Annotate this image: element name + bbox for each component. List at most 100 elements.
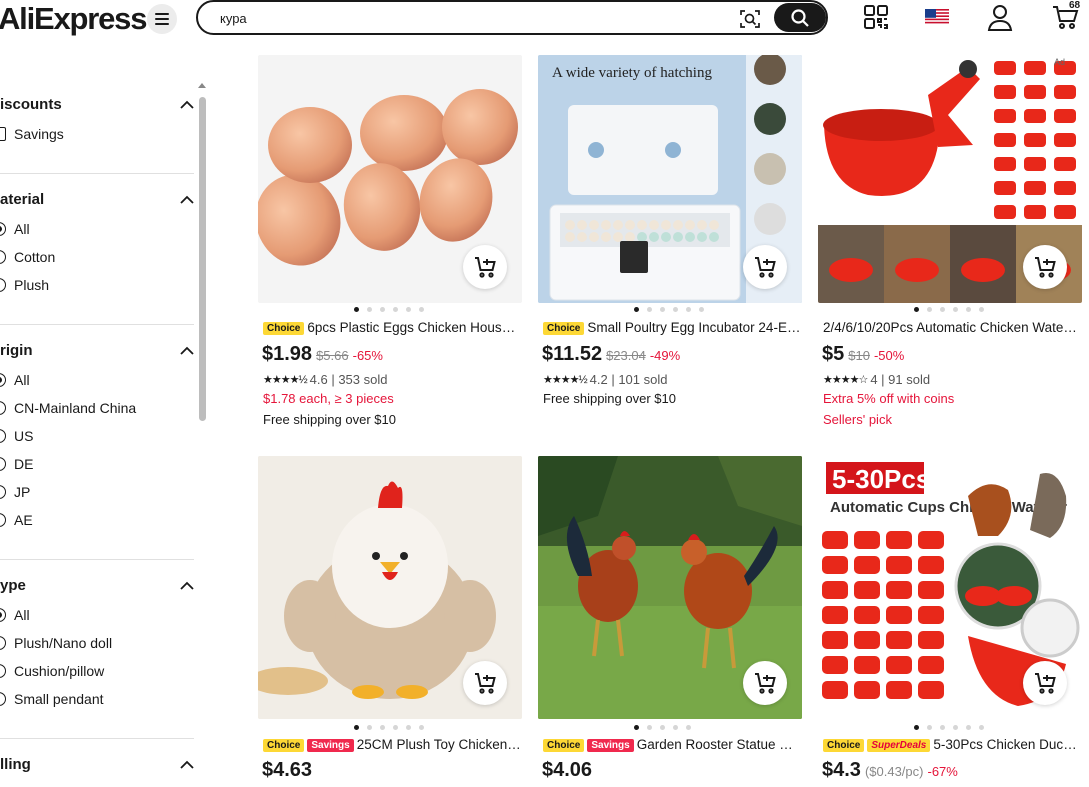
scrollbar-up-arrow[interactable] <box>198 83 206 88</box>
carousel-dot[interactable] <box>914 725 919 730</box>
search-button[interactable] <box>774 3 826 32</box>
carousel-dot[interactable] <box>354 307 359 312</box>
radio-origin-us[interactable] <box>0 429 6 443</box>
filter-option-jp[interactable]: JP <box>14 484 30 500</box>
image-carousel-dots[interactable] <box>914 725 984 731</box>
carousel-dot[interactable] <box>940 307 945 312</box>
product-card[interactable]: Ad 2/4/6/10/20Pcs Automatic Chicken Wate… <box>818 55 1082 435</box>
radio-material-cotton[interactable] <box>0 250 6 264</box>
carousel-dot[interactable] <box>647 725 652 730</box>
product-card[interactable]: A wide variety of hatching Choice Small P… <box>538 55 802 435</box>
scrollbar-thumb[interactable] <box>199 97 206 421</box>
carousel-dot[interactable] <box>966 307 971 312</box>
carousel-dot[interactable] <box>927 307 932 312</box>
carousel-dot[interactable] <box>660 725 665 730</box>
carousel-dot[interactable] <box>660 307 665 312</box>
filter-option-plush[interactable]: Plush <box>14 277 49 293</box>
carousel-dot[interactable] <box>634 725 639 730</box>
radio-type-small-pendant[interactable] <box>0 692 6 706</box>
filter-option-ae[interactable]: AE <box>14 512 33 528</box>
radio-material-all[interactable] <box>0 222 6 236</box>
product-title[interactable]: Choice6pcs Plastic Eggs Chicken House Fa… <box>263 320 521 338</box>
carousel-dot[interactable] <box>393 725 398 730</box>
carousel-dot[interactable] <box>953 725 958 730</box>
carousel-dot[interactable] <box>406 307 411 312</box>
image-carousel-dots[interactable] <box>354 725 424 731</box>
carousel-dot[interactable] <box>686 307 691 312</box>
carousel-dot[interactable] <box>699 307 704 312</box>
filter-option-all[interactable]: All <box>14 372 30 388</box>
filter-option-all[interactable]: All <box>14 607 30 623</box>
carousel-dot[interactable] <box>380 307 385 312</box>
search-input[interactable] <box>220 8 720 28</box>
filter-title-origin[interactable]: rigin <box>0 342 33 359</box>
radio-type-plush-nano-doll[interactable] <box>0 636 6 650</box>
product-card[interactable]: ChoiceSavingsGarden Rooster Statue Chick… <box>538 456 802 787</box>
carousel-dot[interactable] <box>914 307 919 312</box>
carousel-dot[interactable] <box>647 307 652 312</box>
carousel-dot[interactable] <box>979 307 984 312</box>
chevron-up-icon[interactable] <box>180 581 194 590</box>
radio-material-plush[interactable] <box>0 278 6 292</box>
add-to-cart-button[interactable] <box>463 245 507 289</box>
image-carousel-dots[interactable] <box>914 307 984 313</box>
image-carousel-dots[interactable] <box>634 725 691 731</box>
add-to-cart-button[interactable] <box>743 245 787 289</box>
us-flag-icon[interactable] <box>923 3 951 31</box>
product-title[interactable]: Choice Savings 25CM Plush Toy Chicken Doll <box>263 737 521 755</box>
product-title[interactable]: Choice Small Poultry Egg Incubator 24-Egg <box>543 320 801 338</box>
chevron-up-icon[interactable] <box>180 760 194 769</box>
carousel-dot[interactable] <box>406 725 411 730</box>
carousel-dot[interactable] <box>634 307 639 312</box>
filter-title-discounts[interactable]: iscounts <box>0 96 62 113</box>
radio-origin-de[interactable] <box>0 457 6 471</box>
filter-option-cn-mainland-china[interactable]: CN-Mainland China <box>14 400 136 416</box>
carousel-dot[interactable] <box>927 725 932 730</box>
carousel-dot[interactable] <box>380 725 385 730</box>
menu-button[interactable] <box>147 4 177 34</box>
carousel-dot[interactable] <box>686 725 691 730</box>
filter-option-us[interactable]: US <box>14 428 33 444</box>
qr-code-icon[interactable] <box>862 3 890 31</box>
chevron-up-icon[interactable] <box>180 346 194 355</box>
image-carousel-dots[interactable] <box>634 307 704 313</box>
add-to-cart-button[interactable] <box>463 661 507 705</box>
carousel-dot[interactable] <box>419 307 424 312</box>
carousel-dot[interactable] <box>940 725 945 730</box>
radio-origin-ae[interactable] <box>0 513 6 527</box>
carousel-dot[interactable] <box>979 725 984 730</box>
carousel-dot[interactable] <box>673 725 678 730</box>
radio-type-cushion-pillow[interactable] <box>0 664 6 678</box>
filter-option-small-pendant[interactable]: Small pendant <box>14 691 104 707</box>
chevron-up-icon[interactable] <box>180 195 194 204</box>
add-to-cart-button[interactable] <box>1023 245 1067 289</box>
carousel-dot[interactable] <box>419 725 424 730</box>
carousel-dot[interactable] <box>354 725 359 730</box>
product-title[interactable]: ChoiceSavingsGarden Rooster Statue Chick… <box>543 737 801 755</box>
carousel-dot[interactable] <box>953 307 958 312</box>
filter-option-cotton[interactable]: Cotton <box>14 249 55 265</box>
filter-option-plush-nano-doll[interactable]: Plush/Nano doll <box>14 635 112 651</box>
radio-type-all[interactable] <box>0 608 6 622</box>
product-card[interactable]: 5-30Pcs Automatic Cups Chicken Waterer C… <box>818 456 1082 787</box>
chevron-up-icon[interactable] <box>180 100 194 109</box>
filter-option-all[interactable]: All <box>14 221 30 237</box>
radio-origin-all[interactable] <box>0 373 6 387</box>
checkbox-savings[interactable] <box>0 127 6 141</box>
product-card[interactable]: Choice Savings 25CM Plush Toy Chicken Doll… <box>258 456 522 787</box>
add-to-cart-button[interactable] <box>1023 661 1067 705</box>
add-to-cart-button[interactable] <box>743 661 787 705</box>
filter-option-de[interactable]: DE <box>14 456 33 472</box>
product-title[interactable]: ChoiceSuperDeals5-30Pcs Chicken Duck Wat… <box>823 737 1081 755</box>
aliexpress-logo[interactable]: AliExpress <box>0 1 147 37</box>
filter-title-type[interactable]: ype <box>0 577 26 594</box>
carousel-dot[interactable] <box>393 307 398 312</box>
product-card[interactable]: Choice6pcs Plastic Eggs Chicken House Fa… <box>258 55 522 435</box>
filter-option-savings[interactable]: Savings <box>14 126 64 142</box>
filter-title-material[interactable]: aterial <box>0 191 44 208</box>
radio-origin-jp[interactable] <box>0 485 6 499</box>
carousel-dot[interactable] <box>673 307 678 312</box>
image-search-icon[interactable] <box>739 8 761 30</box>
product-title[interactable]: 2/4/6/10/20Pcs Automatic Chicken Water C… <box>823 320 1081 338</box>
filter-title-selling[interactable]: lling <box>0 756 31 773</box>
